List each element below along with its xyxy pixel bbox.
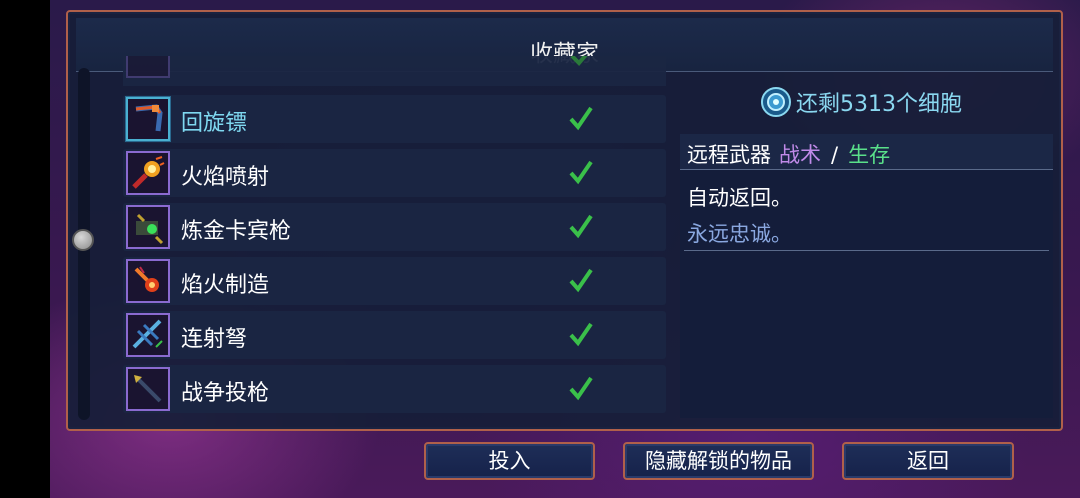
check-icon [569, 106, 593, 131]
tag-separator: / [831, 143, 839, 167]
cells-remaining-text: 还剩5313个细胞 [796, 92, 962, 117]
list-item-boomerang[interactable]: 回旋镖 [123, 95, 666, 143]
cells-remaining: 还剩5313个细胞 [760, 84, 962, 120]
item-description-line: 自动返回。 [687, 186, 792, 210]
boomerang-icon [126, 97, 170, 141]
fireworks-icon [126, 259, 170, 303]
list-item-alchemic-carbine[interactable]: 炼金卡宾枪 [123, 203, 666, 251]
alchemic-carbine-icon [126, 205, 170, 249]
list-item-fireworks[interactable]: 焰火制造 [123, 257, 666, 305]
item-label: 回旋镖 [181, 111, 248, 136]
check-icon [569, 268, 593, 293]
list-item-war-javelin[interactable]: 战争投枪 [123, 365, 666, 413]
category-label: 远程武器 [687, 143, 771, 167]
repeater-crossbow-icon [126, 313, 170, 357]
list-item-flamethrower[interactable]: 火焰喷射 [123, 149, 666, 197]
item-category: 远程武器 战术 / 生存 [687, 139, 890, 169]
item-description-panel: 远程武器 战术 / 生存 自动返回。 永远忠诚。 [680, 134, 1053, 418]
invest-button[interactable]: 投入 [424, 442, 595, 480]
list-item-partial[interactable] [123, 56, 666, 86]
item-label: 火焰喷射 [181, 165, 270, 190]
check-icon [569, 214, 593, 239]
check-icon [570, 56, 588, 66]
back-button[interactable]: 返回 [842, 442, 1014, 480]
item-label: 焰火制造 [181, 273, 270, 298]
item-label: 炼金卡宾枪 [181, 219, 292, 244]
check-icon [569, 376, 593, 401]
item-label: 战争投枪 [181, 381, 270, 406]
item-label: 连射弩 [181, 327, 248, 352]
screen-edge-bar [0, 0, 50, 498]
item-flavor-text: 永远忠诚。 [687, 222, 792, 246]
divider [684, 250, 1049, 251]
hide-unlocked-button[interactable]: 隐藏解锁的物品 [623, 442, 814, 480]
check-icon [569, 322, 593, 347]
flamethrower-icon [126, 151, 170, 195]
list-scrollbar-knob[interactable] [72, 229, 94, 251]
item-category-bar: 远程武器 战术 / 生存 [680, 134, 1053, 170]
check-icon [569, 160, 593, 185]
tag-survival: 生存 [848, 143, 891, 167]
cell-icon [761, 87, 791, 117]
partial-item-icon [126, 56, 170, 78]
tag-tactics: 战术 [779, 143, 821, 167]
list-item-repeater-crossbow[interactable]: 连射弩 [123, 311, 666, 359]
war-javelin-icon [126, 367, 170, 411]
